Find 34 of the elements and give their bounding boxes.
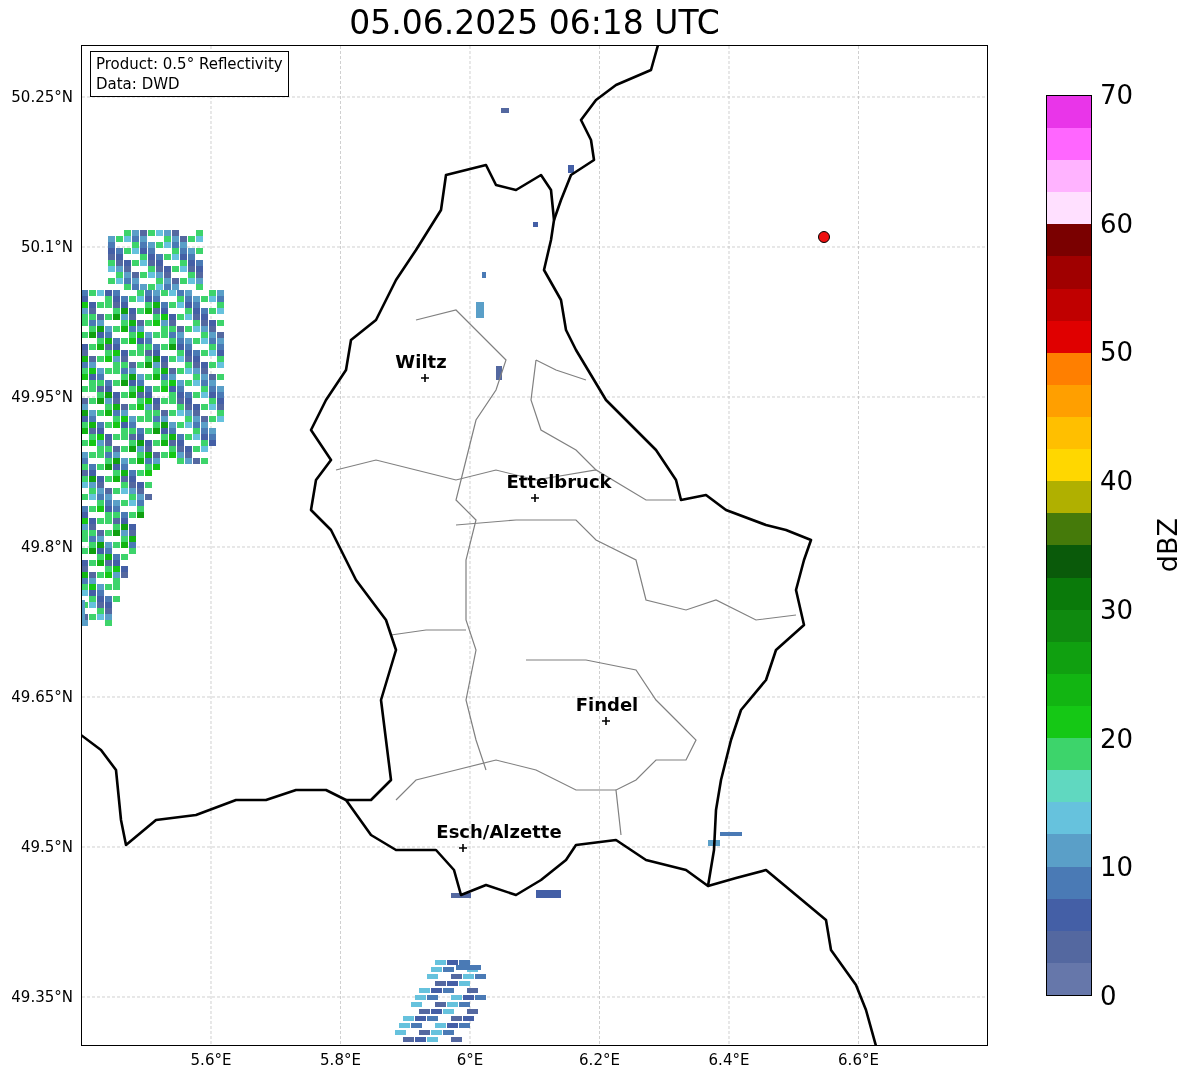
latitude-label: 49.5°N	[20, 838, 73, 856]
scale-tick-label: 30	[1100, 594, 1134, 625]
scale-tick-label: 0	[1100, 981, 1117, 1011]
city-marker-icon	[601, 716, 611, 726]
city-label: Ettelbruck	[506, 471, 612, 492]
city-label: Wiltz	[395, 351, 447, 372]
longitude-label: 5.6°E	[190, 1051, 232, 1069]
scale-tick-label: 20	[1100, 723, 1134, 754]
scale-tick-label: 50	[1100, 337, 1134, 368]
city-label: Findel	[575, 694, 639, 715]
latitude-label: 49.35°N	[11, 988, 73, 1006]
city-marker-icon	[530, 493, 540, 503]
latitude-label: 50.1°N	[20, 238, 73, 256]
location-marker-icon	[818, 231, 830, 243]
scale-tick-label: 10	[1100, 852, 1134, 883]
latitude-label: 50.25°N	[11, 88, 73, 106]
city-marker-icon	[420, 373, 430, 383]
scale-unit-label: dBZ	[1152, 518, 1184, 573]
scale-tick-label: 60	[1100, 208, 1134, 239]
longitude-label: 6.4°E	[708, 1051, 750, 1069]
city-label: Esch/Alzette	[436, 821, 562, 842]
longitude-label: 6.6°E	[838, 1051, 879, 1069]
city-marker-icon	[458, 843, 468, 853]
latitude-label: 49.65°N	[11, 688, 73, 706]
latitude-label: 49.95°N	[11, 388, 73, 406]
longitude-label: 5.8°E	[320, 1051, 361, 1069]
latitude-label: 49.8°N	[20, 538, 73, 556]
longitude-label: 6.2°E	[579, 1051, 620, 1069]
longitude-label: 6°E	[456, 1051, 484, 1069]
info-text: Product: 0.5° Reflectivity	[96, 54, 283, 74]
map-title: 05.06.2025 06:18 UTC	[349, 2, 720, 43]
scale-tick-label: 70	[1100, 80, 1134, 110]
info-text: Data: DWD	[96, 74, 181, 94]
scale-tick-label: 40	[1100, 466, 1134, 497]
